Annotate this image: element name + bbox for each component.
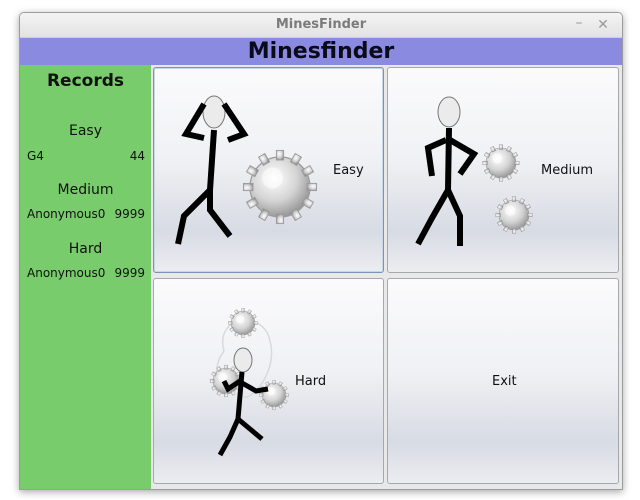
mine-gear-icon [496,197,533,234]
medium-button-label: Medium [541,163,593,178]
exit-button[interactable]: Exit [387,278,619,484]
stick-figure-icon [175,95,249,245]
records-level-hard: Hard [68,241,103,257]
mine-gear-icon [259,380,288,409]
record-score: 9999 [114,266,145,280]
app-window: MinesFinder – ✕ Minesfinder Records Easy… [19,12,623,490]
mine-gear-icon [228,308,257,337]
minimize-icon[interactable]: – [570,14,588,32]
exit-button-label: Exit [492,374,517,389]
hard-button[interactable]: Hard [153,278,384,484]
record-player: Anonymous0 [27,266,106,280]
hard-illustration [154,279,385,457]
banner-title: Minesfinder [247,39,395,64]
app-banner: Minesfinder [20,38,622,65]
record-score: 44 [129,149,145,163]
mine-gear-icon [483,145,520,182]
easy-button-label: Easy [333,163,364,178]
stick-figure-icon [415,96,479,246]
medium-button[interactable]: Medium [387,67,619,273]
window-title: MinesFinder [275,17,367,32]
easy-button[interactable]: Easy [153,67,384,273]
records-level-medium: Medium [57,182,114,198]
close-icon[interactable]: ✕ [594,16,612,34]
record-score: 9999 [114,207,145,221]
hard-button-label: Hard [295,374,327,389]
mine-gear-icon [243,150,316,223]
records-level-easy: Easy [68,123,102,139]
records-panel: Records Easy G4 44 Medium Anonymous0 999… [20,65,151,489]
title-bar[interactable]: MinesFinder – ✕ [20,13,622,38]
record-player: Anonymous0 [27,207,106,221]
records-heading: Records [46,71,125,91]
record-player: G4 [27,149,44,163]
